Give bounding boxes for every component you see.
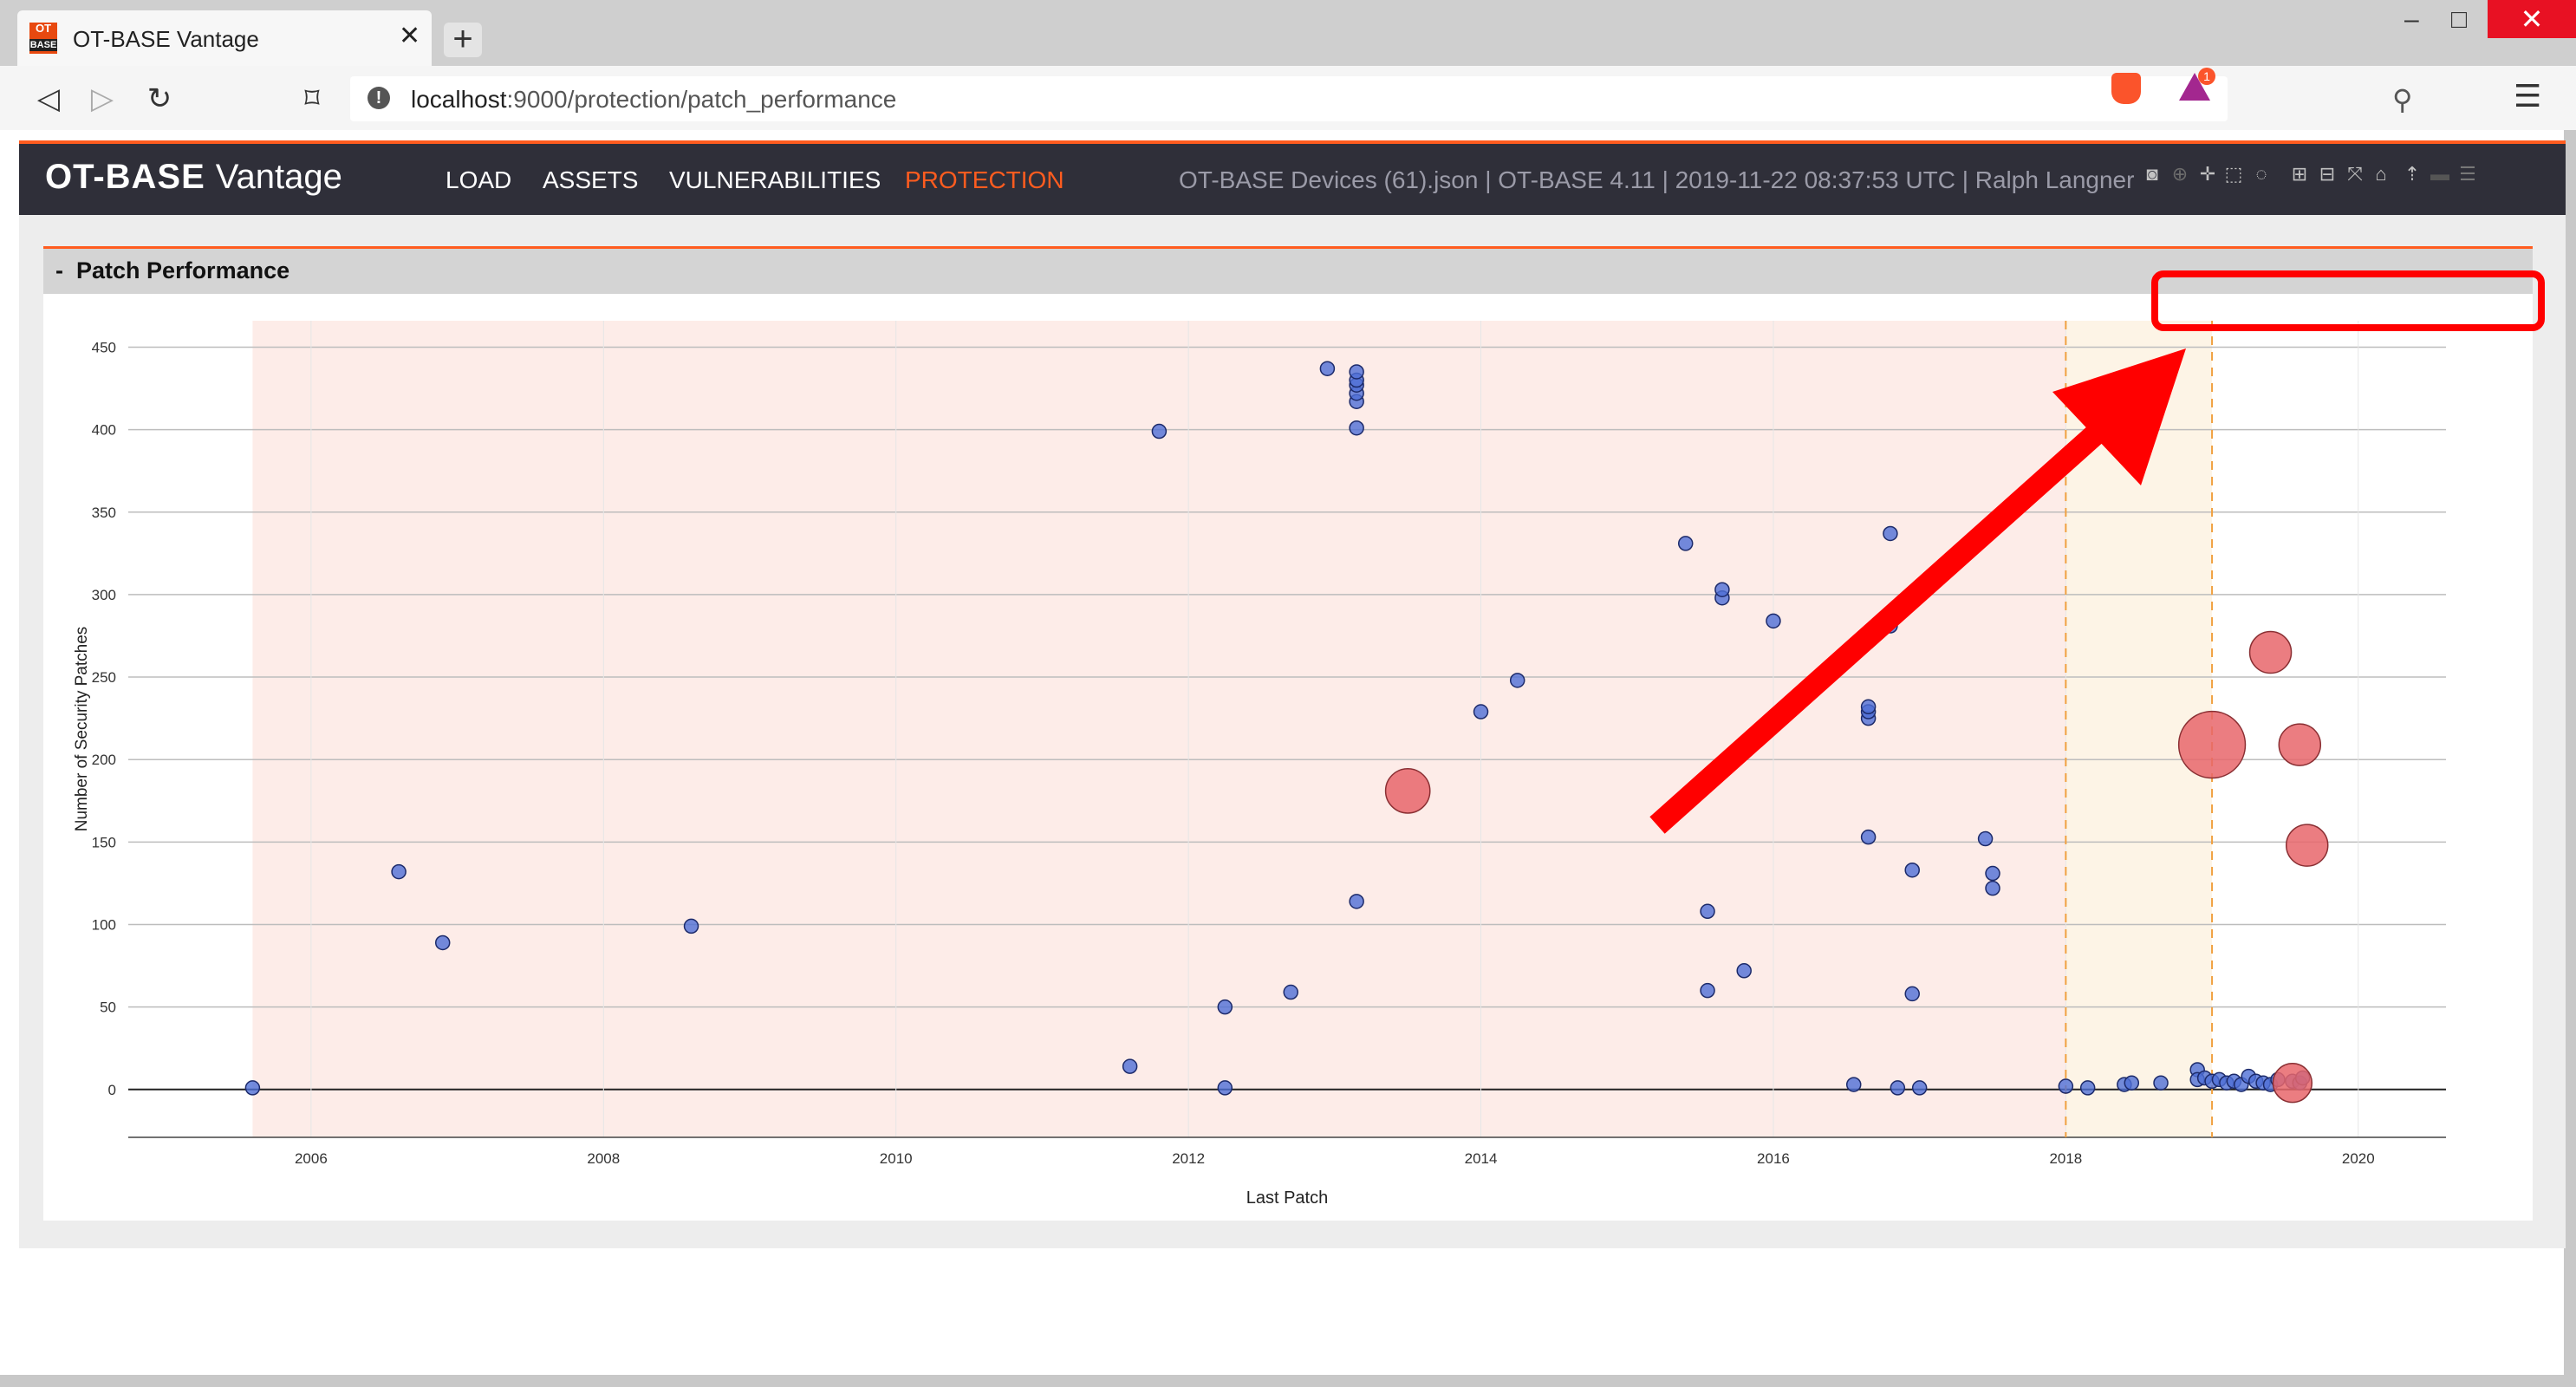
tab-close-icon[interactable]: ✕	[399, 23, 420, 50]
collapse-glyph[interactable]: -	[55, 257, 63, 283]
browser-toolbar: ◁ ▷ ↻ ⌑ ! localhost:9000/protection/patc…	[0, 66, 2576, 130]
lasso-icon[interactable]: ◌	[2250, 163, 2273, 186]
hover-compare-icon[interactable]: ☰	[2456, 163, 2479, 186]
browser-window: OT BASE OT-BASE Vantage ✕ + – □ ✕ ◁ ▷ ↻ …	[0, 0, 2576, 1387]
zoom-icon[interactable]: ⚲	[2392, 83, 2412, 116]
hover-closest-icon[interactable]: ▬	[2429, 163, 2451, 186]
url-host: localhost	[411, 86, 507, 113]
url-path: :9000/protection/patch_performance	[506, 86, 897, 113]
favicon-icon: OT BASE	[29, 23, 57, 54]
patch-performance-panel: - Patch Performance	[43, 246, 2533, 1221]
modebar-highlight-box	[2151, 270, 2545, 331]
zoom-icon[interactable]: ⊕	[2169, 163, 2191, 186]
tab-bar: OT BASE OT-BASE Vantage ✕ + – □ ✕	[0, 0, 2576, 66]
url-text[interactable]: localhost:9000/protection/patch_performa…	[411, 86, 896, 114]
autoscale-icon[interactable]: ⤧	[2344, 163, 2366, 186]
favicon-bottom-text: BASE	[29, 39, 57, 51]
box-select-icon[interactable]: ⬚	[2222, 163, 2245, 186]
brand-bold: OT-BASE	[45, 158, 205, 196]
zoom-in-icon[interactable]: ⊞	[2288, 163, 2311, 186]
nav-load[interactable]: LOAD	[446, 166, 511, 194]
minimize-icon[interactable]: –	[2404, 5, 2419, 35]
spike-lines-icon[interactable]: ⇡	[2401, 163, 2423, 186]
notification-badge: 1	[2198, 68, 2215, 85]
panel-title: - Patch Performance	[55, 257, 289, 284]
back-icon[interactable]: ◁	[29, 80, 68, 118]
browser-tab[interactable]: OT BASE OT-BASE Vantage ✕	[17, 10, 432, 66]
nav-assets[interactable]: ASSETS	[543, 166, 638, 194]
home-icon[interactable]: ⌂	[2370, 163, 2392, 186]
zoom-out-icon[interactable]: ⊟	[2316, 163, 2339, 186]
tab-title: OT-BASE Vantage	[73, 26, 259, 52]
window-close-icon[interactable]: ✕	[2488, 0, 2576, 38]
forward-icon[interactable]: ▷	[83, 80, 121, 118]
nav-protection[interactable]: PROTECTION	[905, 166, 1064, 194]
nav-vulnerabilities[interactable]: VULNERABILITIES	[669, 166, 881, 194]
address-bar[interactable]: ! localhost:9000/protection/patch_perfor…	[350, 76, 2412, 121]
bookmark-icon[interactable]: ⌑	[293, 80, 331, 118]
menu-icon[interactable]: ☰	[2514, 78, 2541, 114]
camera-icon[interactable]: ◙	[2141, 163, 2163, 186]
maximize-icon[interactable]: □	[2451, 5, 2467, 35]
pan-icon[interactable]: ✛	[2196, 163, 2219, 186]
site-info-icon[interactable]: !	[368, 87, 390, 109]
brand-light: Vantage	[215, 158, 342, 196]
app-info-text: OT-BASE Devices (61).json | OT-BASE 4.11…	[1179, 166, 2135, 193]
reload-icon[interactable]: ↻	[140, 80, 179, 118]
panel-title-text: Patch Performance	[76, 257, 290, 283]
new-tab-button[interactable]: +	[444, 22, 482, 57]
brave-shield-icon[interactable]	[2111, 73, 2141, 104]
favicon-top-text: OT	[35, 22, 52, 35]
app-brand[interactable]: OT-BASE Vantage	[45, 158, 342, 197]
